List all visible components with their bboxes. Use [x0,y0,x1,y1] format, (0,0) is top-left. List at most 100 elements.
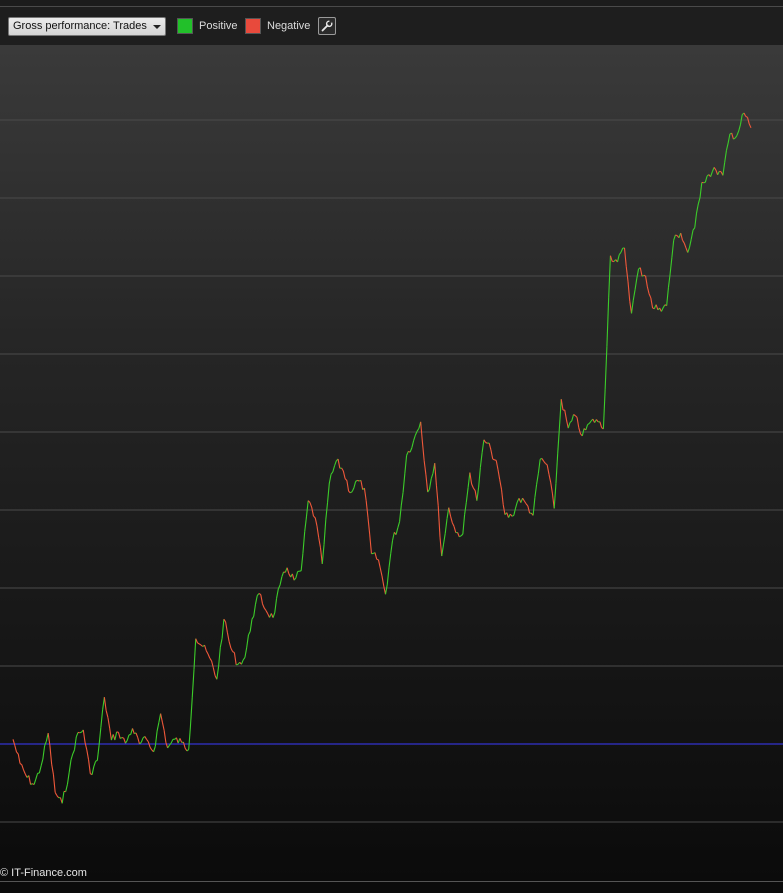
series-segment [719,170,722,173]
series-segment [537,459,541,474]
series-segment [357,479,360,482]
series-segment [42,745,46,760]
chevron-down-icon [152,25,161,29]
series-segment [386,567,390,585]
series-segment [30,783,33,785]
series-segment [374,552,378,560]
series-segment [186,749,190,752]
wrench-icon [321,20,333,32]
series-segment [481,439,485,453]
series-segment [153,746,156,752]
series-segment [402,473,406,493]
series-segment [144,736,148,740]
series-segment [553,483,557,509]
legend-negative[interactable]: Negative [245,17,310,34]
series-segment [168,742,172,746]
series-segment [156,722,160,732]
series-segment [543,460,546,464]
series-segment [200,644,204,647]
series-segment [33,778,37,785]
series-segment [51,764,54,775]
legend-positive[interactable]: Positive [177,17,238,34]
series-segment [360,480,364,490]
series-segment [40,758,44,766]
series-segment [93,761,97,767]
series-segment [193,638,197,670]
series-segment [428,478,432,490]
series-segment [492,458,495,461]
series-segment [367,516,371,535]
series-segment [65,783,69,792]
series-segment [722,162,726,176]
legend-negative-label: Negative [267,19,311,32]
series-segment [384,584,388,595]
series-segment [620,247,624,253]
series-segment [21,764,25,771]
series-segment [167,745,170,749]
series-segment [355,479,358,482]
series-segment [344,478,348,481]
series-segment [453,526,457,533]
series-segment [546,464,550,475]
series-segment [342,470,346,479]
series-segment [330,471,334,475]
series-segment [413,434,416,441]
series-segment [469,472,473,485]
dropdown-label: Gross performance: Trades [13,20,147,32]
series-segment [683,242,687,249]
series-segment [123,737,126,744]
series-segment [376,558,379,561]
series-segment [247,631,251,636]
series-segment [242,657,246,661]
series-segment [467,472,471,488]
series-segment [687,247,691,253]
series-segment [511,514,515,517]
series-segment [602,389,606,429]
series-segment [149,746,153,751]
series-segment [263,607,267,611]
performance-series [12,112,752,804]
series-segment [425,474,429,493]
series-segment [198,643,202,646]
series-segment [95,759,98,762]
series-segment [399,505,402,522]
series-segment [313,515,316,519]
series-segment [623,247,627,267]
performance-type-dropdown[interactable]: Gross performance: Trades [8,17,166,36]
negative-swatch [245,17,261,34]
series-segment [390,540,394,554]
series-segment [286,567,290,574]
series-segment [189,697,193,727]
series-segment [490,449,494,460]
series-segment [483,439,487,443]
chart-toolbar: Gross performance: Trades Positive Negat… [0,7,783,46]
series-segment [19,763,23,766]
series-segment [738,124,741,132]
series-segment [421,441,425,461]
series-segment [451,522,455,527]
series-segment [86,749,90,760]
series-segment [520,497,524,503]
series-segment [302,531,306,554]
series-segment [321,544,325,564]
series-segment [576,417,580,428]
chart-plot-area[interactable] [0,46,783,880]
series-segment [209,657,213,662]
series-segment [748,123,752,129]
series-segment [126,734,130,741]
series-segment [107,717,111,729]
series-segment [49,745,53,765]
chart-settings-button[interactable] [318,17,336,35]
series-segment [17,753,21,764]
series-segment [464,502,467,515]
series-segment [365,500,369,518]
series-segment [182,741,186,749]
series-segment [599,421,603,428]
series-segment [497,469,501,480]
series-segment [449,516,453,523]
series-segment [694,213,698,228]
series-segment [710,171,713,177]
series-segment [377,559,381,569]
series-segment [262,603,265,609]
series-segment [253,604,257,617]
